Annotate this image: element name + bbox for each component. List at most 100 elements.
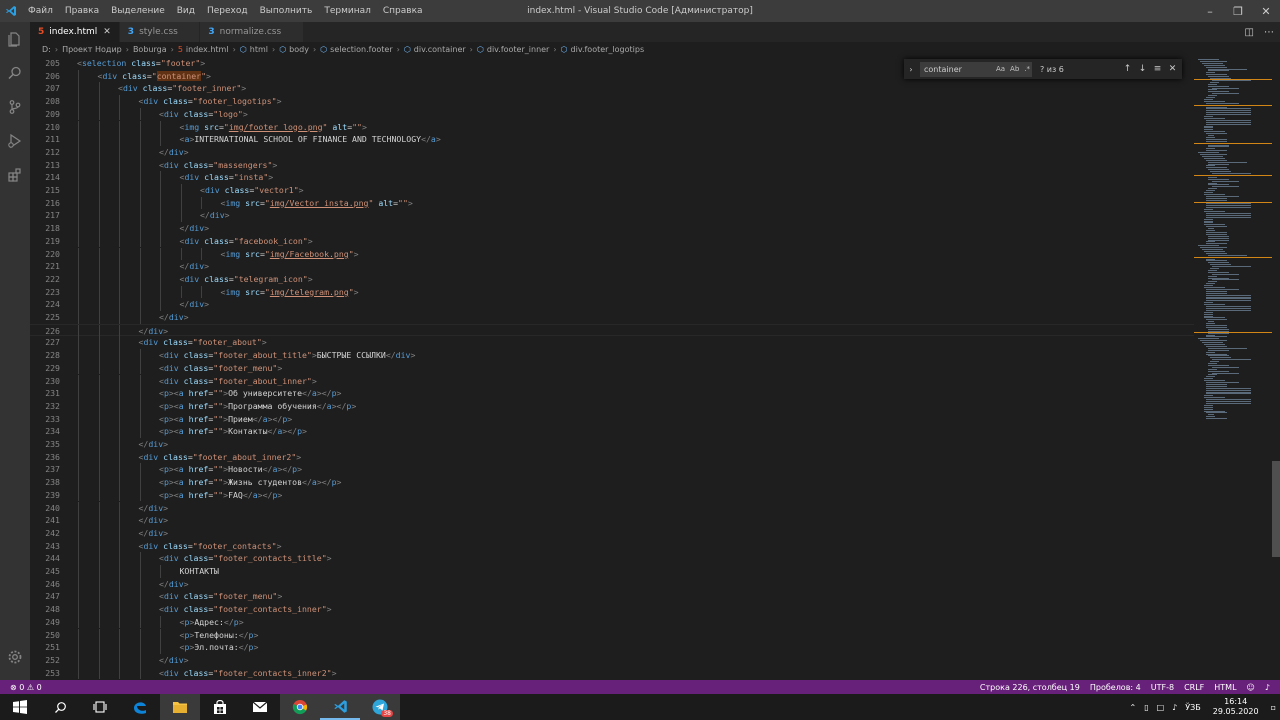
store-icon[interactable] [200, 694, 240, 720]
breadcrumb-item[interactable]: › ⬡ div.footer_inner [466, 45, 550, 54]
code-line[interactable]: 212 </div> [30, 145, 1194, 159]
volume-icon[interactable]: ♪ [1172, 703, 1177, 712]
menu-run[interactable]: Выполнить [254, 0, 319, 22]
minimap[interactable] [1194, 57, 1272, 679]
scrollbar-thumb[interactable] [1272, 461, 1280, 557]
code-line[interactable]: 213 <div class="massengers"> [30, 158, 1194, 172]
search-icon[interactable] [40, 694, 80, 720]
code-line[interactable]: 247 <div class="footer_menu"> [30, 590, 1194, 604]
code-line[interactable]: 211 <a>INTERNATIONAL SCHOOL OF FINANCE AN… [30, 133, 1194, 146]
tab-index-html[interactable]: 5 index.html ✕ [30, 22, 120, 42]
breadcrumb-item[interactable]: › ⬡ selection.footer [309, 45, 393, 54]
code-line[interactable]: 240 </div> [30, 501, 1194, 515]
breadcrumb-item[interactable]: › ⬡ html [229, 45, 268, 54]
breadcrumb-item[interactable]: › ⬡ body [268, 45, 309, 54]
settings-gear-icon[interactable] [0, 640, 30, 674]
breadcrumb-item[interactable]: › Boburga [122, 45, 167, 54]
code-line[interactable]: 234 <p><a href="">Контакты</a></p> [30, 425, 1194, 438]
mail-icon[interactable] [240, 694, 280, 720]
notifications-bell-icon[interactable]: ♪ [1265, 683, 1270, 692]
code-line[interactable]: 209 <div class="logo"> [30, 107, 1194, 121]
windows-start-icon[interactable] [0, 694, 40, 720]
chevron-up-icon[interactable]: ⌃ [1129, 703, 1136, 712]
code-line[interactable]: 207 <div class="footer_inner"> [30, 82, 1194, 96]
run-debug-icon[interactable] [0, 124, 30, 158]
task-view-icon[interactable] [80, 694, 120, 720]
toggle-replace-chevron-icon[interactable]: › [904, 65, 918, 74]
clock[interactable]: 16:14 29.05.2020 [1213, 697, 1259, 717]
code-line[interactable]: 217 </div> [30, 209, 1194, 223]
vscode-icon[interactable] [320, 694, 360, 720]
code-line[interactable]: 228 <div class="footer_about_title">БЫСТР… [30, 349, 1194, 362]
code-line[interactable]: 236 <div class="footer_about_inner2"> [30, 450, 1194, 464]
code-editor[interactable]: 205 <selection class="footer"> 206 <div cla… [30, 57, 1194, 679]
find-in-selection-icon[interactable]: ≡ [1150, 64, 1165, 74]
match-case-toggle[interactable]: Aa [996, 65, 1005, 73]
menu-selection[interactable]: Выделение [105, 0, 171, 22]
code-line[interactable]: 249 <p>Адрес:</p> [30, 615, 1194, 629]
chrome-icon[interactable] [280, 694, 320, 720]
code-line[interactable]: 235 </div> [30, 438, 1194, 451]
edge-icon[interactable] [120, 694, 160, 720]
network-icon[interactable]: □ [1157, 703, 1165, 712]
code-line[interactable]: 239 <p><a href="">FAQ</a></p> [30, 488, 1194, 502]
code-line[interactable]: 245 КОНТАКТЫ [30, 565, 1194, 578]
code-line[interactable]: 230 <div class="footer_about_inner"> [30, 374, 1194, 388]
code-line[interactable]: 218 </div> [30, 222, 1194, 235]
find-input[interactable]: container Aa Ab .* [920, 61, 1032, 77]
indentation[interactable]: Пробелов: 4 [1090, 683, 1141, 692]
search-icon[interactable] [0, 56, 30, 90]
battery-icon[interactable]: ▯ [1144, 703, 1148, 712]
encoding[interactable]: UTF-8 [1151, 683, 1174, 692]
source-control-icon[interactable] [0, 90, 30, 124]
previous-match-arrow-up-icon[interactable]: ↑ [1120, 64, 1135, 74]
breadcrumb-item[interactable]: D: [42, 45, 51, 54]
feedback-icon[interactable]: ☺ [1247, 683, 1255, 692]
code-line[interactable]: 237 <p><a href="">Новости</a></p> [30, 463, 1194, 477]
code-line[interactable]: 251 <p>Эл.почта:</p> [30, 641, 1194, 654]
use-regex-toggle[interactable]: .* [1024, 65, 1030, 73]
breadcrumb-item[interactable]: › 5 index.html [167, 45, 229, 54]
code-line[interactable]: 208 <div class="footer_logotips"> [30, 95, 1194, 108]
match-whole-word-toggle[interactable]: Ab [1010, 65, 1019, 73]
split-editor-icon[interactable]: ◫ [1245, 27, 1254, 38]
breadcrumb-item[interactable]: › ⬡ div.footer_logotips [549, 45, 644, 54]
code-line[interactable]: 250 <p>Телефоны:</p> [30, 628, 1194, 642]
telegram-icon[interactable]: 38 [360, 694, 400, 720]
end-of-line[interactable]: CRLF [1184, 683, 1204, 692]
problems-status[interactable]: ⊗ 0 ⚠ 0 [10, 683, 42, 692]
extensions-icon[interactable] [0, 158, 30, 192]
code-line[interactable]: 215 <div class="vector1"> [30, 184, 1194, 197]
code-line[interactable]: 214 <div class="insta"> [30, 171, 1194, 184]
menu-edit[interactable]: Правка [59, 0, 105, 22]
code-line[interactable]: 246 </div> [30, 577, 1194, 591]
menu-file[interactable]: Файл [22, 0, 59, 22]
code-line[interactable]: 220 <img src="img/Facebook.png"> [30, 247, 1194, 261]
language-mode[interactable]: HTML [1214, 683, 1236, 692]
tab-normalize-css[interactable]: 3 normalize.css ✕ [200, 22, 304, 42]
code-line[interactable]: 229 <div class="footer_menu"> [30, 361, 1194, 375]
code-line[interactable]: 226 </div> [30, 323, 1194, 338]
menu-go[interactable]: Переход [201, 0, 254, 22]
code-line[interactable]: 224 </div> [30, 298, 1194, 311]
code-line[interactable]: 243 <div class="footer_contacts"> [30, 539, 1194, 553]
vertical-scrollbar[interactable] [1272, 57, 1280, 679]
code-line[interactable]: 221 </div> [30, 260, 1194, 273]
code-line[interactable]: 231 <p><a href="">Об университете</a></p> [30, 387, 1194, 400]
breadcrumb-item[interactable]: › ⬡ div.container [393, 45, 466, 54]
code-line[interactable]: 210 <img src="img/footer_logo.png" alt=""… [30, 120, 1194, 134]
code-line[interactable]: 219 <div class="facebook_icon"> [30, 234, 1194, 248]
code-line[interactable]: 225 </div> [30, 311, 1194, 324]
cursor-position[interactable]: Строка 226, столбец 19 [980, 683, 1080, 692]
menu-terminal[interactable]: Терминал [318, 0, 377, 22]
code-line[interactable]: 232 <p><a href="">Программа обучения</a><… [30, 399, 1194, 413]
more-actions-icon[interactable]: ⋯ [1264, 27, 1274, 38]
close-icon[interactable]: ✕ [1252, 0, 1280, 22]
file-explorer-icon[interactable] [160, 694, 200, 720]
code-line[interactable]: 248 <div class="footer_contacts_inner"> [30, 603, 1194, 616]
tab-style-css[interactable]: 3 style.css ✕ [119, 22, 201, 42]
code-line[interactable]: 227 <div class="footer_about"> [30, 336, 1194, 350]
code-line[interactable]: 223 <img src="img/telegram.png"> [30, 285, 1194, 299]
restore-icon[interactable]: ❐ [1224, 0, 1252, 22]
code-line[interactable]: 244 <div class="footer_contacts_title"> [30, 552, 1194, 565]
